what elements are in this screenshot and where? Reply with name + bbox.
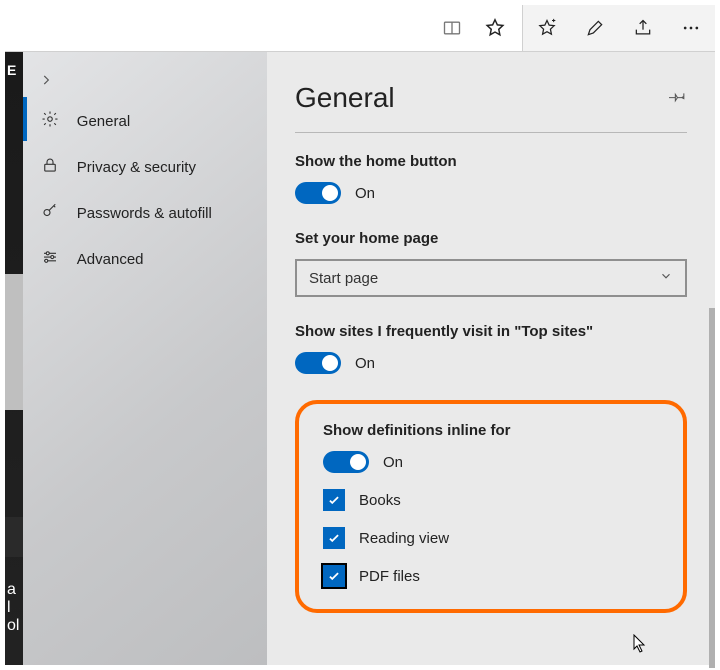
top-sites-toggle[interactable] [295, 352, 341, 374]
share-icon[interactable] [619, 5, 667, 51]
section-title: Show definitions inline for [323, 422, 659, 439]
toggle-state-label: On [355, 355, 375, 372]
sidebar-item-general[interactable]: General [23, 98, 267, 144]
settings-content: General Show the home button On Set your… [267, 52, 715, 665]
vertical-scrollbar[interactable] [709, 308, 715, 668]
sidebar-item-label: Privacy & security [77, 159, 196, 176]
section-title: Set your home page [295, 230, 687, 247]
reading-view-icon[interactable] [442, 18, 462, 38]
address-bar-area [5, 5, 523, 51]
reading-view-checkbox[interactable] [323, 527, 345, 549]
lock-icon [41, 156, 59, 178]
add-favorites-icon[interactable] [523, 5, 571, 51]
collapse-button[interactable] [23, 62, 267, 98]
select-value: Start page [309, 270, 378, 287]
key-icon [41, 202, 59, 224]
pin-icon[interactable] [669, 87, 687, 110]
sliders-icon [41, 248, 59, 270]
definitions-toggle[interactable] [323, 451, 369, 473]
home-button-toggle[interactable] [295, 182, 341, 204]
definitions-section-highlight: Show definitions inline for On Books Rea… [295, 400, 687, 613]
pdf-files-checkbox[interactable] [323, 565, 345, 587]
browser-toolbar [5, 5, 715, 52]
checkbox-label: Books [359, 492, 401, 509]
top-sites-section: Show sites I frequently visit in "Top si… [295, 323, 687, 374]
toggle-state-label: On [383, 454, 403, 471]
favorite-star-icon[interactable] [484, 17, 506, 39]
home-page-select[interactable]: Start page [295, 259, 687, 297]
books-checkbox[interactable] [323, 489, 345, 511]
active-indicator [23, 97, 27, 141]
chevron-down-icon [659, 269, 673, 287]
settings-sidebar: General Privacy & security Passwords & a… [23, 52, 267, 665]
sidebar-item-label: Advanced [77, 251, 144, 268]
mouse-cursor [633, 634, 649, 659]
sidebar-item-advanced[interactable]: Advanced [23, 236, 267, 282]
toolbar-actions [523, 5, 715, 51]
sidebar-item-label: General [77, 113, 130, 130]
section-title: Show sites I frequently visit in "Top si… [295, 323, 687, 340]
checkbox-label: Reading view [359, 530, 449, 547]
notes-icon[interactable] [571, 5, 619, 51]
sidebar-item-privacy[interactable]: Privacy & security [23, 144, 267, 190]
toggle-state-label: On [355, 185, 375, 202]
home-page-section: Set your home page Start page [295, 230, 687, 297]
more-icon[interactable] [667, 5, 715, 51]
home-button-section: Show the home button On [295, 153, 687, 204]
sidebar-item-label: Passwords & autofill [77, 205, 212, 222]
checkbox-label: PDF files [359, 568, 420, 585]
section-title: Show the home button [295, 153, 687, 170]
page-title: General [295, 82, 395, 114]
gear-icon [41, 110, 59, 132]
background-page-sliver: alol [5, 52, 23, 665]
sidebar-item-passwords[interactable]: Passwords & autofill [23, 190, 267, 236]
